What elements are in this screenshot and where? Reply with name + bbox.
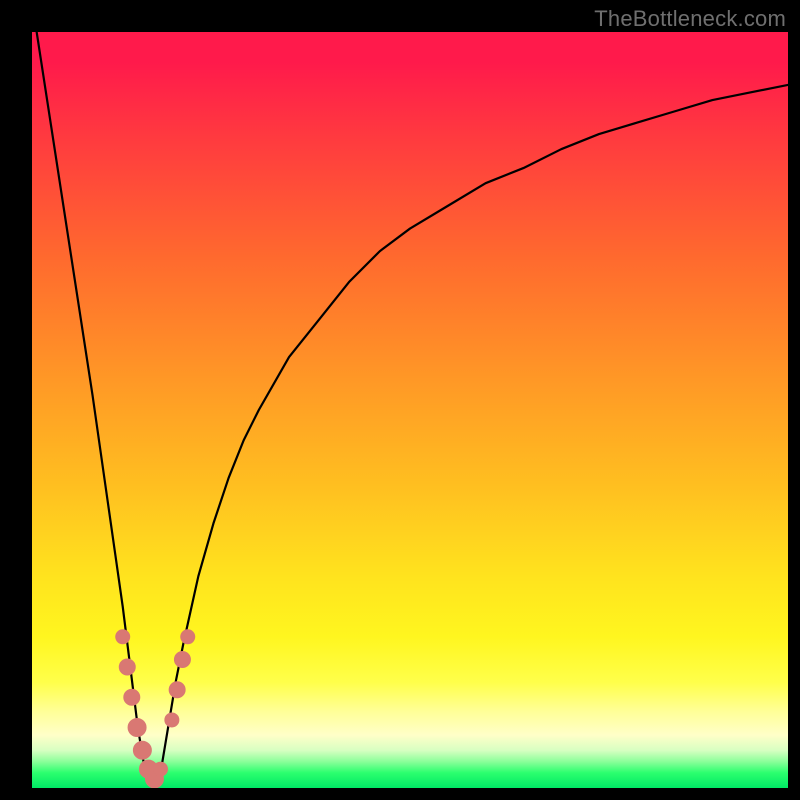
watermark-text: TheBottleneck.com xyxy=(594,6,786,32)
marker-point xyxy=(169,682,185,698)
marker-point xyxy=(119,659,135,675)
marker-point xyxy=(133,741,151,759)
marker-point xyxy=(124,689,140,705)
marker-point xyxy=(181,630,195,644)
marker-point xyxy=(165,713,179,727)
marker-point xyxy=(174,651,190,667)
chart-frame: TheBottleneck.com xyxy=(0,0,800,800)
marker-point xyxy=(154,762,168,776)
marker-layer xyxy=(32,32,788,788)
plot-area xyxy=(32,32,788,788)
marker-point xyxy=(128,719,146,737)
marker-point xyxy=(116,630,130,644)
